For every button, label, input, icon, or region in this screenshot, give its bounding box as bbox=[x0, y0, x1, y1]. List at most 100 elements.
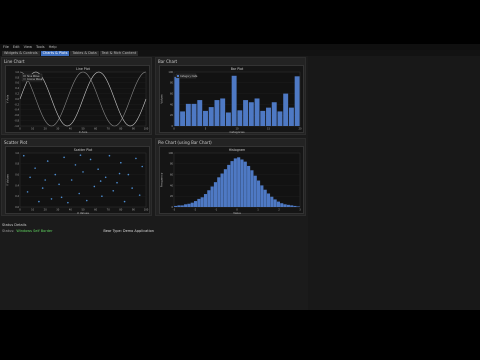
chart-title: Histogram bbox=[229, 148, 246, 152]
histogram-bar bbox=[290, 205, 294, 207]
bar bbox=[231, 75, 237, 126]
panel-title: Scatter Plot bbox=[4, 140, 28, 145]
menu-edit[interactable]: Edit bbox=[13, 44, 20, 50]
x-tick-label: 40 bbox=[69, 209, 73, 212]
line-chart-svg: Line Plot X Axis Y Axis 0 10 20 30 40 50 60 70 80 90… bbox=[6, 67, 149, 134]
y-tick-label: 100 bbox=[168, 152, 173, 155]
y-tick-label: 20 bbox=[170, 114, 174, 117]
scatter-point bbox=[74, 164, 77, 166]
x-tick-label: 100 bbox=[144, 209, 149, 212]
scatter-point bbox=[79, 154, 82, 156]
y-axis-label: Values bbox=[160, 94, 164, 104]
histogram-bar bbox=[220, 173, 224, 207]
x-tick-label: 70 bbox=[107, 209, 111, 212]
histogram-bar bbox=[293, 205, 297, 207]
histogram-bar bbox=[197, 198, 201, 207]
histogram-bar bbox=[227, 164, 231, 207]
chart-title: Bar Plot bbox=[231, 67, 244, 71]
legend-label: Cosine Wave bbox=[27, 78, 43, 81]
scatter-plot[interactable]: Scatter Plot X Values Y Values 0 10 20 30 40 50 6… bbox=[5, 146, 150, 215]
histogram-plot[interactable]: Histogram Value Frequency -3 -2 -1 0 1 2 3 100 80 60… bbox=[159, 146, 304, 215]
bar bbox=[203, 110, 208, 126]
x-tick-label: 2 bbox=[278, 209, 280, 212]
bar-plot[interactable]: Bar Plot Categories Values 0 5 10 15 20 100 80 60 4… bbox=[159, 65, 304, 134]
histogram-bar bbox=[276, 201, 281, 207]
histogram-bar bbox=[247, 165, 251, 207]
bar bbox=[225, 112, 231, 126]
bar-chart-svg: Bar Plot Categories Values 0 5 10 15 20 100 80 60 4… bbox=[160, 67, 302, 134]
right-empty-pane bbox=[308, 56, 480, 310]
charts-content: Line Chart Line PlotX AxisY Axis01020304… bbox=[0, 56, 308, 310]
y-tick-label: -1.0 bbox=[14, 125, 19, 128]
scatter-point bbox=[108, 154, 111, 157]
x-tick-label: 40 bbox=[69, 128, 73, 131]
x-tick-label: 20 bbox=[298, 128, 302, 131]
menu-view[interactable]: View bbox=[24, 44, 32, 50]
histogram-bar bbox=[190, 202, 194, 207]
bar bbox=[248, 102, 254, 126]
scatter-point bbox=[78, 192, 81, 195]
app-type-text: Bear Type: Demo Application bbox=[103, 229, 154, 233]
x-tick-label: 1 bbox=[257, 209, 259, 212]
menu-help[interactable]: Help bbox=[49, 44, 57, 50]
legend-label: Category Data bbox=[180, 75, 198, 78]
histogram-bar bbox=[296, 206, 300, 207]
histogram-bar bbox=[243, 161, 247, 207]
scatter-point bbox=[141, 165, 144, 168]
x-tick-label: 20 bbox=[44, 209, 48, 212]
bar bbox=[271, 102, 277, 126]
histogram-bar bbox=[180, 205, 184, 207]
bar bbox=[266, 107, 271, 126]
histogram-bar bbox=[187, 203, 191, 207]
scatter-point bbox=[127, 173, 130, 176]
y-tick-label: -0.4 bbox=[14, 109, 19, 112]
x-tick-label: 5 bbox=[205, 128, 207, 131]
x-tick-label: 30 bbox=[56, 128, 60, 131]
scatter-point bbox=[58, 183, 60, 186]
scatter-point bbox=[46, 160, 49, 162]
histogram-bar bbox=[203, 194, 208, 207]
plot-area bbox=[19, 152, 147, 208]
status-section: Status Details Status: Windows Self Bord… bbox=[2, 223, 306, 233]
y-tick-label: 40 bbox=[170, 103, 174, 106]
y-tick-label: -0.2 bbox=[14, 103, 19, 106]
scatter-point bbox=[97, 168, 99, 170]
histogram-bar bbox=[237, 157, 241, 207]
bar bbox=[185, 103, 191, 126]
line-chart-panel: Line Chart Line Plot X Axis Y Axis 0 10 20 30 4… bbox=[1, 57, 152, 135]
x-tick-label: 90 bbox=[132, 128, 136, 131]
histogram-bar bbox=[210, 186, 214, 207]
x-tick-label: 50 bbox=[81, 209, 85, 212]
histogram-bar bbox=[184, 204, 188, 207]
menu-tools[interactable]: Tools bbox=[36, 44, 45, 50]
x-tick-label: -2 bbox=[194, 209, 197, 212]
scatter-point bbox=[38, 200, 40, 203]
scatter-point bbox=[85, 199, 88, 202]
x-tick-label: 20 bbox=[44, 128, 48, 131]
y-tick-label: 0.0 bbox=[15, 98, 19, 101]
histogram-bar bbox=[286, 204, 290, 207]
menu-file[interactable]: File bbox=[3, 44, 9, 50]
histogram-bar bbox=[253, 175, 257, 207]
scatter-point bbox=[112, 190, 115, 192]
line-plot[interactable]: Line Plot X Axis Y Axis 0 10 20 30 40 50 60 70 80 90… bbox=[5, 65, 150, 134]
histogram-bar bbox=[233, 158, 237, 207]
histogram-bar bbox=[174, 205, 178, 207]
bar bbox=[237, 110, 243, 126]
histogram-bar bbox=[213, 182, 218, 207]
y-tick-label: 0.2 bbox=[15, 195, 19, 198]
bar bbox=[243, 100, 249, 126]
bar bbox=[288, 107, 294, 126]
histogram-bar bbox=[280, 203, 284, 207]
plot-area bbox=[173, 152, 301, 208]
scatter-point bbox=[120, 161, 122, 164]
bar bbox=[208, 107, 214, 126]
histogram-panel: Pie Chart (using Bar Chart) Histogram Val… bbox=[155, 138, 306, 216]
histogram-bar bbox=[193, 201, 198, 207]
x-tick-label: 15 bbox=[267, 128, 271, 131]
scatter-point bbox=[63, 156, 65, 159]
histogram-bar bbox=[263, 189, 267, 207]
histogram-bar bbox=[207, 190, 211, 207]
scatter-point bbox=[123, 200, 126, 203]
scatter-point bbox=[116, 181, 118, 184]
